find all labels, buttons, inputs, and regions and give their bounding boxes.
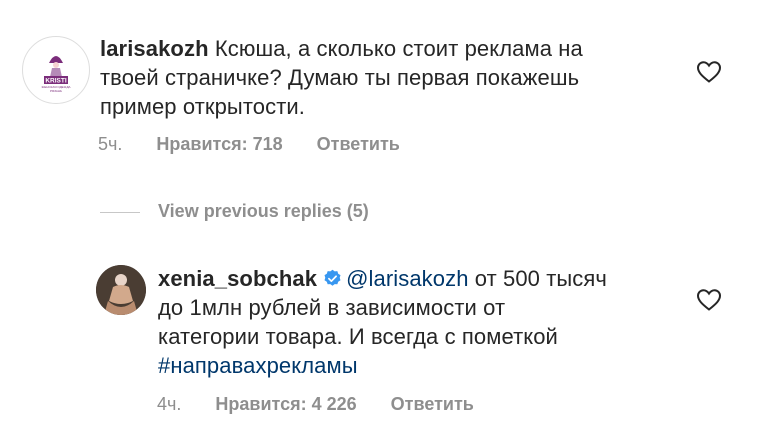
avatar[interactable] [96,265,146,315]
comment-body-line2: до 1млн рублей в зависимости от [158,295,506,320]
username[interactable]: larisakozh [100,36,209,61]
mention-link[interactable]: @larisakozh [346,266,468,291]
kristi-logo-icon: KRISTI ЖЕНСКАЯ ОДЕЖДА РЯЗАНЬ [24,38,88,102]
timestamp[interactable]: 4ч. [157,394,181,415]
hashtag-link[interactable]: #направахрекламы [158,353,358,378]
replies-divider [100,212,140,213]
comment-body-line1: от 500 тысяч [468,266,607,291]
comment-xenia-sobchak: xenia_sobchak @larisakozh от 500 тысяч д… [0,240,760,430]
svg-text:KRISTI: KRISTI [45,78,67,85]
view-previous-replies-button[interactable]: View previous replies (5) [158,201,369,222]
likes-count[interactable]: Нравится: 4 226 [215,394,356,415]
avatar[interactable]: KRISTI ЖЕНСКАЯ ОДЕЖДА РЯЗАНЬ [22,36,90,104]
comment-larisakozh: KRISTI ЖЕНСКАЯ ОДЕЖДА РЯЗАНЬ larisakozh … [0,0,760,190]
profile-photo-icon [96,265,146,315]
comment-body-line3: пример открытости. [100,94,305,119]
reply-button[interactable]: Ответить [317,134,400,155]
timestamp[interactable]: 5ч. [98,134,122,155]
comment-body-line3: категории товара. И всегда с пометкой [158,324,558,349]
comment-body-line2: твоей страничке? Думаю ты первая покажеш… [100,65,580,90]
comment-meta: 4ч. Нравится: 4 226 Ответить [157,394,508,415]
likes-count[interactable]: Нравится: 718 [156,134,282,155]
heart-icon[interactable] [696,288,722,312]
comment-text: xenia_sobchak @larisakozh от 500 тысяч д… [158,264,698,380]
username[interactable]: xenia_sobchak [158,266,317,291]
comment-body-line1: Ксюша, а сколько стоит реклама на [214,36,583,61]
verified-badge-icon [324,269,341,286]
comment-meta: 5ч. Нравится: 718 Ответить [98,134,434,155]
heart-icon[interactable] [696,60,722,84]
reply-button[interactable]: Ответить [391,394,474,415]
comment-text: larisakozh Ксюша, а сколько стоит реклам… [100,34,700,121]
svg-text:РЯЗАНЬ: РЯЗАНЬ [50,89,62,93]
